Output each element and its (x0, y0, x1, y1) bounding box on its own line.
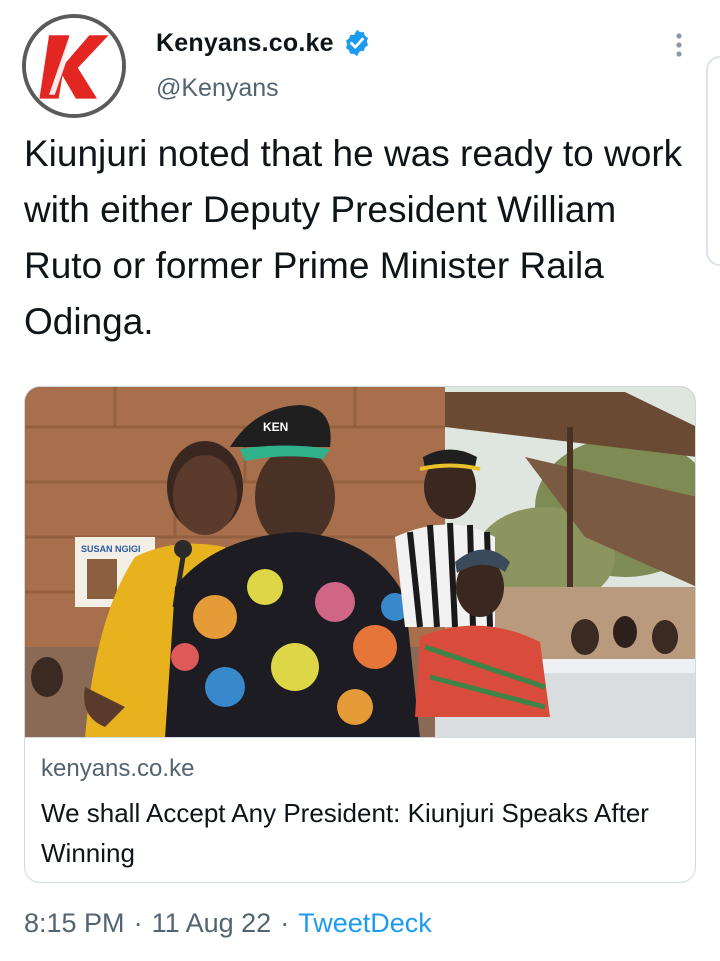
display-name[interactable]: Kenyans.co.ke (156, 29, 334, 58)
card-image[interactable]: SUSAN NGIGI KEN (25, 387, 695, 738)
tweet-date[interactable]: 11 Aug 22 (152, 908, 272, 939)
tweet: Kenyans.co.ke @Kenyans Kiunjuri noted th… (0, 0, 720, 961)
link-preview-card[interactable]: SUSAN NGIGI KEN kenyans.co.ke We shall A… (24, 386, 696, 883)
adjacent-panel-edge (706, 56, 720, 266)
avatar[interactable] (22, 14, 126, 118)
tweet-time[interactable]: 8:15 PM (24, 908, 125, 939)
card-title: We shall Accept Any President: Kiunjuri … (41, 798, 649, 868)
tweet-source-link[interactable]: TweetDeck (298, 908, 432, 939)
more-vertical-icon[interactable] (664, 30, 694, 60)
card-domain: kenyans.co.ke (41, 755, 195, 782)
tweet-meta: 8:15 PM · 11 Aug 22 · TweetDeck (24, 908, 432, 939)
card-photo: SUSAN NGIGI KEN (25, 387, 695, 737)
meta-separator: · (133, 908, 143, 938)
poster-text: SUSAN NGIGI (81, 544, 141, 554)
tweet-text: Kiunjuri noted that he was ready to work… (24, 133, 683, 342)
handle[interactable]: @Kenyans (156, 74, 279, 103)
kenyans-logo-icon (26, 18, 122, 114)
meta-separator: · (280, 908, 290, 938)
verified-badge-icon (342, 28, 372, 58)
cap-text: KEN (263, 420, 288, 434)
name-row: Kenyans.co.ke (156, 28, 372, 58)
